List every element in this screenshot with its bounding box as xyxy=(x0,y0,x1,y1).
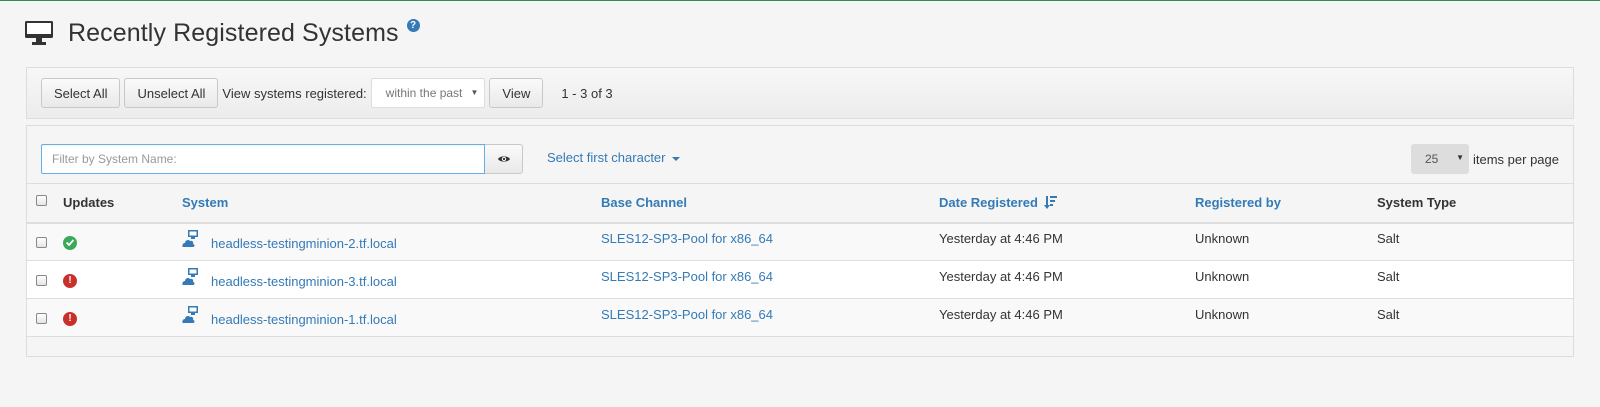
eye-filter-button[interactable] xyxy=(485,144,523,174)
system-type: Salt xyxy=(1377,307,1400,322)
date-registered: Yesterday at 4:46 PM xyxy=(939,231,1063,247)
table-footer xyxy=(27,336,1573,356)
base-channel-link[interactable]: SLES12-SP3-Pool for x86_64 xyxy=(601,231,773,246)
column-base-channel[interactable]: Base Channel xyxy=(601,183,939,224)
paging-info: 1 - 3 of 3 xyxy=(561,85,613,101)
systems-panel: Filter by System Name: Select first char… xyxy=(26,125,1574,357)
salt-system-icon xyxy=(182,229,198,247)
table-row: headless-testingminion-2.tf.local SLES12… xyxy=(27,222,1573,261)
select-all-checkbox[interactable] xyxy=(36,195,47,207)
table-row: ! headless-testingminion-1.tf.local SLES… xyxy=(27,298,1573,337)
table-header-row: Updates System Base Channel Date Registe… xyxy=(27,183,1573,224)
column-date-registered-label: Date Registered xyxy=(939,195,1038,211)
system-link[interactable]: headless-testingminion-3.tf.local xyxy=(211,274,397,289)
base-channel-link[interactable]: SLES12-SP3-Pool for x86_64 xyxy=(601,307,773,322)
systems-table: Updates System Base Channel Date Registe… xyxy=(27,183,1573,337)
date-registered: Yesterday at 4:46 PM xyxy=(939,307,1063,322)
column-date-registered-link[interactable]: Date Registered xyxy=(939,195,1057,210)
select-first-character-label: Select first character xyxy=(547,150,666,165)
table-row: ! headless-testingminion-3.tf.local SLES… xyxy=(27,260,1573,299)
toolbar: Select All Unselect All View systems reg… xyxy=(26,67,1574,119)
items-per-page: 25 ▼ items per page xyxy=(1411,144,1559,174)
registered-by: Unknown xyxy=(1195,307,1250,322)
page-title: Recently Registered Systems xyxy=(68,18,399,47)
unselect-all-button[interactable]: Unselect All xyxy=(124,78,219,108)
filter-row: Filter by System Name: xyxy=(41,144,523,174)
items-per-page-value: 25 xyxy=(1425,152,1439,166)
chevron-down-icon: ▼ xyxy=(1456,153,1464,162)
updates-critical-icon: ! xyxy=(63,273,77,288)
select-all-checkbox-cell xyxy=(27,183,63,224)
monitor-icon xyxy=(25,21,53,45)
column-registered-by[interactable]: Registered by xyxy=(1195,183,1377,224)
column-system-link[interactable]: System xyxy=(182,195,228,210)
date-registered: Yesterday at 4:46 PM xyxy=(939,269,1063,284)
items-per-page-select[interactable]: 25 ▼ xyxy=(1411,144,1469,174)
row-checkbox[interactable] xyxy=(36,275,47,287)
caret-down-icon xyxy=(671,156,680,161)
sort-descending-icon xyxy=(1043,196,1057,210)
registered-by: Unknown xyxy=(1195,269,1250,284)
column-system-type: System Type xyxy=(1377,183,1573,224)
column-updates: Updates xyxy=(63,183,182,224)
items-per-page-label: items per page xyxy=(1473,151,1559,167)
system-name-filter-input[interactable]: Filter by System Name: xyxy=(41,144,485,174)
row-checkbox[interactable] xyxy=(36,313,47,325)
system-link[interactable]: headless-testingminion-1.tf.local xyxy=(211,312,397,327)
page-header: Recently Registered Systems ? xyxy=(24,15,420,51)
column-base-channel-link[interactable]: Base Channel xyxy=(601,195,687,210)
view-button[interactable]: View xyxy=(489,78,544,108)
registered-range-select[interactable]: within the past ▼ xyxy=(370,78,486,108)
salt-system-icon xyxy=(182,267,198,285)
select-first-character-dropdown[interactable]: Select first character xyxy=(547,150,680,165)
system-link[interactable]: headless-testingminion-2.tf.local xyxy=(211,236,397,251)
column-registered-by-link[interactable]: Registered by xyxy=(1195,195,1281,210)
column-date-registered[interactable]: Date Registered xyxy=(939,183,1195,224)
system-type: Salt xyxy=(1377,269,1400,284)
salt-system-icon xyxy=(182,305,198,323)
eye-icon xyxy=(497,156,510,162)
select-all-button[interactable]: Select All xyxy=(41,78,121,108)
column-system[interactable]: System xyxy=(182,183,601,224)
row-checkbox[interactable] xyxy=(36,237,47,249)
registered-range-value: within the past xyxy=(385,86,463,100)
base-channel-link[interactable]: SLES12-SP3-Pool for x86_64 xyxy=(601,269,773,284)
chevron-down-icon: ▼ xyxy=(470,88,479,97)
system-type: Salt xyxy=(1377,231,1400,247)
updates-ok-icon xyxy=(63,235,77,250)
help-icon[interactable]: ? xyxy=(406,18,420,32)
view-systems-label: View systems registered: xyxy=(222,85,367,101)
updates-critical-icon: ! xyxy=(63,311,77,326)
registered-by: Unknown xyxy=(1195,231,1250,247)
